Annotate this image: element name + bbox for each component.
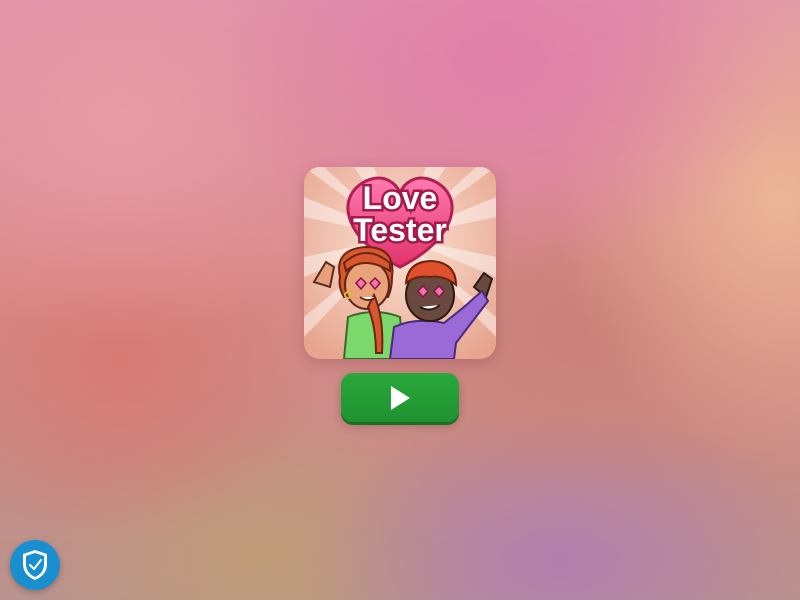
love-tester-illustration: Love Tester [304, 167, 496, 359]
game-thumbnail[interactable]: Love Tester [304, 167, 496, 359]
game-title-line2: Tester [353, 212, 447, 248]
play-button[interactable] [341, 373, 459, 422]
play-icon [391, 385, 410, 410]
privacy-shield-button[interactable] [10, 540, 60, 590]
game-title-line1: Love [363, 180, 438, 216]
shield-check-icon [23, 550, 47, 580]
